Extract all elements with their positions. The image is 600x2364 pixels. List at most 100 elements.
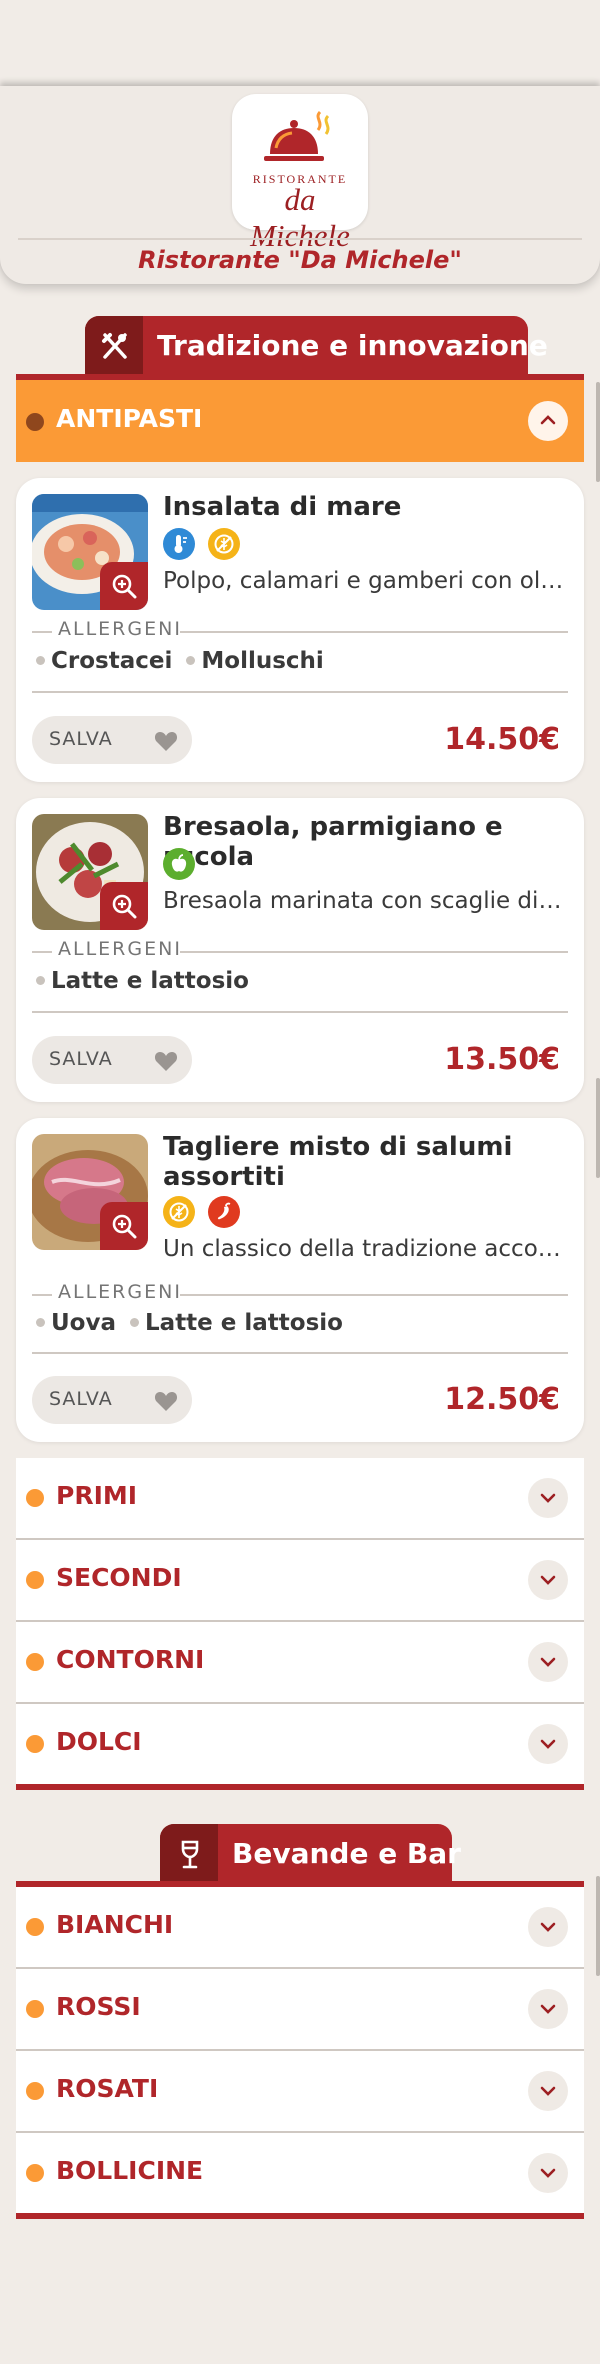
dish-description: Bresaola marinata con scaglie di parmigi… <box>163 888 565 914</box>
cloche-icon <box>264 110 330 161</box>
restaurant-name: Ristorante "Da Michele" <box>138 246 462 274</box>
category-dot <box>26 1571 44 1589</box>
category-label: ANTIPASTI <box>56 404 203 433</box>
allergen-item: Crostacei <box>51 648 173 674</box>
dish-price: 13.50€ <box>444 1042 560 1077</box>
dish-description: Polpo, calamari e gamberi con olio extra… <box>163 568 565 594</box>
section-divider <box>16 2213 584 2219</box>
section-title: Bevande e Bar <box>232 1837 461 1870</box>
dish-card[interactable]: Insalata di mare Polpo, calamari e gambe… <box>16 478 584 782</box>
allergen-item: Latte e lattosio <box>51 968 249 994</box>
dish-name: Bresaola, parmigiano e rucola <box>163 812 503 872</box>
dish-card[interactable]: Tagliere misto di salumi assortiti Un cl… <box>16 1118 584 1442</box>
chevron-down-icon[interactable] <box>528 2153 568 2193</box>
category-dot <box>26 1918 44 1936</box>
category-row-secondi[interactable]: SECONDI <box>16 1540 584 1620</box>
save-button[interactable]: SALVA <box>32 716 192 764</box>
section-tab-food[interactable]: Tradizione e innovazione <box>85 316 548 376</box>
dish-name: Tagliere misto di salumi assortiti <box>163 1132 513 1192</box>
dish-card[interactable]: Bresaola, parmigiano e rucola Bresaola m… <box>16 798 584 1102</box>
save-label: SALVA <box>49 728 113 750</box>
chevron-up-icon[interactable] <box>528 401 568 441</box>
allergens-header: ALLERGENI <box>32 618 568 641</box>
category-dot <box>26 2164 44 2182</box>
category-dot <box>26 1735 44 1753</box>
vegetarian-apple-icon <box>163 848 195 880</box>
allergens-label: ALLERGENI <box>54 618 186 640</box>
fork-knife-icon <box>85 316 143 376</box>
category-dot <box>26 1653 44 1671</box>
scrollbar[interactable] <box>596 1078 600 1178</box>
chevron-down-icon[interactable] <box>528 1560 568 1600</box>
category-row-contorni[interactable]: CONTORNI <box>16 1622 584 1702</box>
chevron-down-icon[interactable] <box>528 1478 568 1518</box>
dish-name: Insalata di mare <box>163 492 402 522</box>
category-dot <box>26 413 44 431</box>
spicy-chili-icon <box>208 1196 241 1228</box>
dish-icons <box>163 528 248 560</box>
dish-icons <box>163 1196 248 1228</box>
save-label: SALVA <box>49 1048 113 1070</box>
section-divider <box>16 1784 584 1790</box>
allergens-list: Uova Latte e lattosio <box>36 1310 343 1336</box>
allergens-list: Crostacei Molluschi <box>36 648 324 674</box>
scrollbar[interactable] <box>596 1876 600 1976</box>
heart-icon <box>154 732 178 751</box>
cold-thermometer-icon <box>163 528 195 560</box>
divider <box>32 1011 568 1013</box>
category-row-bianchi[interactable]: BIANCHI <box>16 1887 584 1967</box>
allergens-header: ALLERGENI <box>32 1281 568 1304</box>
restaurant-logo: RISTORANTE da Michele <box>232 94 368 253</box>
category-dot <box>26 2082 44 2100</box>
allergen-item: Uova <box>51 1310 116 1336</box>
divider <box>32 1352 568 1354</box>
category-label: DOLCI <box>56 1727 142 1756</box>
category-label: BIANCHI <box>56 1910 174 1939</box>
category-row-rossi[interactable]: ROSSI <box>16 1969 584 2049</box>
dish-photo[interactable] <box>32 494 148 610</box>
section-title: Tradizione e innovazione <box>157 329 548 362</box>
chevron-down-icon[interactable] <box>528 1989 568 2029</box>
dish-photo[interactable] <box>32 1134 148 1250</box>
no-gluten-icon <box>163 1196 195 1228</box>
zoom-icon[interactable] <box>100 882 148 930</box>
wine-glass-icon <box>160 1824 218 1884</box>
category-label: CONTORNI <box>56 1645 205 1674</box>
chevron-down-icon[interactable] <box>528 1907 568 1947</box>
category-dot <box>26 2000 44 2018</box>
save-button[interactable]: SALVA <box>32 1036 192 1084</box>
category-label: BOLLICINE <box>56 2156 204 2185</box>
category-header-antipasti[interactable]: ANTIPASTI <box>16 380 584 462</box>
dish-photo[interactable] <box>32 814 148 930</box>
chevron-down-icon[interactable] <box>528 2071 568 2111</box>
save-button[interactable]: SALVA <box>32 1376 192 1424</box>
dish-description: Un classico della tradizione accompagnat… <box>163 1236 565 1262</box>
zoom-icon[interactable] <box>100 1202 148 1250</box>
allergens-label: ALLERGENI <box>54 1281 186 1303</box>
category-label: SECONDI <box>56 1563 182 1592</box>
restaurant-header: RISTORANTE da Michele Ristorante "Da Mic… <box>0 86 600 284</box>
category-row-bollicine[interactable]: BOLLICINE <box>16 2133 584 2213</box>
allergens-header: ALLERGENI <box>32 938 568 961</box>
category-label: ROSATI <box>56 2074 159 2103</box>
scrollbar[interactable] <box>596 382 600 482</box>
dish-price: 12.50€ <box>444 1382 560 1417</box>
allergen-item: Latte e lattosio <box>145 1310 343 1336</box>
chevron-down-icon[interactable] <box>528 1724 568 1764</box>
category-row-rosati[interactable]: ROSATI <box>16 2051 584 2131</box>
logo-title: da Michele <box>250 182 350 253</box>
heart-icon <box>154 1392 178 1411</box>
category-dot <box>26 1489 44 1507</box>
allergen-item: Molluschi <box>201 648 324 674</box>
category-row-primi[interactable]: PRIMI <box>16 1458 584 1538</box>
dish-icons <box>163 848 203 880</box>
save-label: SALVA <box>49 1388 113 1410</box>
header-divider <box>18 238 582 240</box>
section-tab-drinks[interactable]: Bevande e Bar <box>160 1824 461 1884</box>
zoom-icon[interactable] <box>100 562 148 610</box>
category-label: PRIMI <box>56 1481 138 1510</box>
divider <box>32 691 568 693</box>
category-row-dolci[interactable]: DOLCI <box>16 1704 584 1784</box>
allergens-label: ALLERGENI <box>54 938 186 960</box>
chevron-down-icon[interactable] <box>528 1642 568 1682</box>
